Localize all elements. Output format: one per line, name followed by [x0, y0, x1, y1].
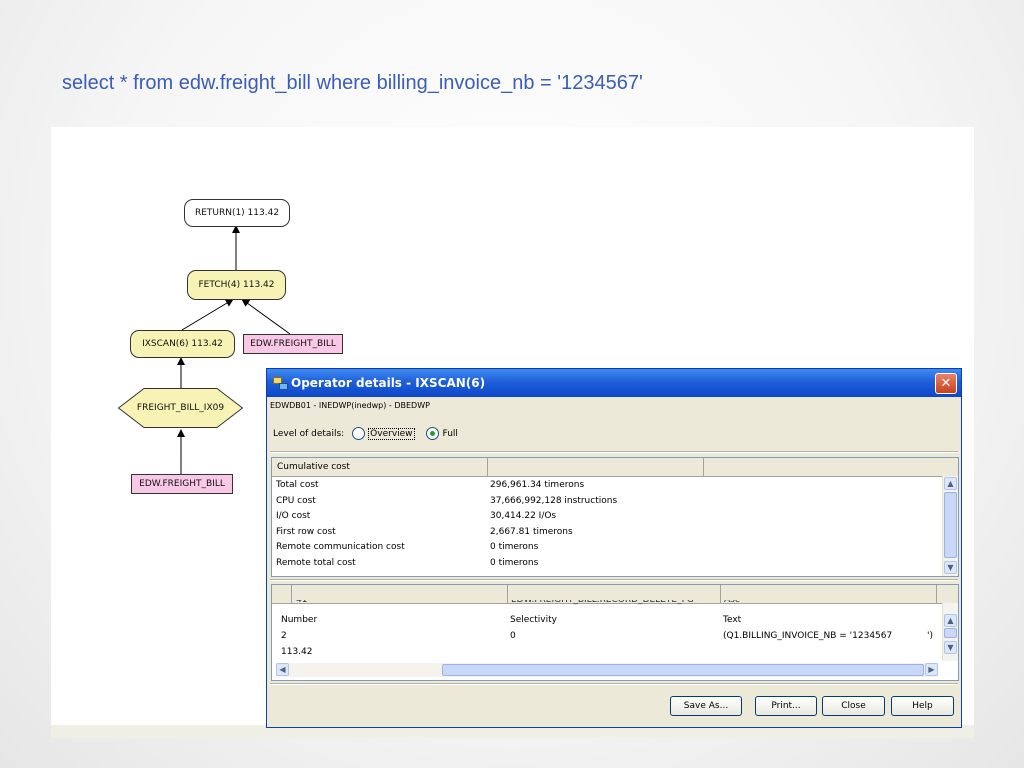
cost-row-name: I/O cost — [276, 511, 311, 521]
database-path: EDWDB01 - INEDWP(inedwp) - DBEDWP — [270, 401, 430, 410]
cost-table: Cumulative cost Total cost 296,961.34 ti… — [271, 457, 959, 577]
horizontal-scrollbar[interactable]: ◀ ▶ — [276, 663, 938, 677]
scroll-up-icon[interactable]: ▲ — [944, 614, 957, 627]
partial-row-cell: Asc — [724, 600, 740, 605]
overview-radio[interactable] — [352, 427, 366, 440]
cost-table-header: Cumulative cost — [272, 458, 958, 477]
scroll-up-icon[interactable]: ▲ — [944, 477, 957, 490]
partial-row-cell: EDW.FREIGHT_BILL.RECORD_DELETE_FG — [511, 600, 694, 605]
number-label: Number — [281, 615, 318, 625]
predicate-table-scrollbar[interactable]: ▲ ▼ — [942, 603, 958, 661]
return-node[interactable]: RETURN(1) 113.42 — [184, 199, 290, 227]
cost-row-name: Total cost — [276, 480, 319, 490]
full-radio[interactable] — [425, 427, 439, 440]
scroll-left-icon[interactable]: ◀ — [276, 663, 289, 676]
predicate-column-header[interactable] — [721, 585, 937, 603]
cost-table-scrollbar[interactable]: ▲ ▼ — [942, 476, 958, 576]
ixscan-node[interactable]: IXSCAN(6) 113.42 — [130, 330, 235, 358]
predicate-number: 2 — [281, 631, 287, 641]
cost-row-value: 37,666,992,128 instructions — [490, 496, 618, 506]
close-button[interactable]: Close — [822, 696, 885, 716]
scroll-down-icon[interactable]: ▼ — [944, 561, 957, 574]
index-node-label: FREIGHT_BILL_IX09 — [136, 403, 225, 413]
predicate-table: 41 EDW.FREIGHT_BILL.RECORD_DELETE_FG Asc… — [271, 584, 959, 681]
fetch-node[interactable]: FETCH(4) 113.42 — [187, 270, 286, 300]
text-label: Text — [723, 615, 742, 625]
level-label: Level of details: — [273, 428, 345, 439]
scroll-thumb[interactable] — [944, 628, 957, 638]
cost-row-value: 2,667.81 timerons — [490, 527, 573, 537]
predicate-text: (Q1.BILLING_INVOICE_NB = '1234567 — [723, 631, 893, 641]
table-node-freight-bill-bottom[interactable]: EDW.FREIGHT_BILL — [131, 474, 233, 494]
level-of-details: Level of details: Overview Full — [273, 427, 458, 440]
separator — [270, 683, 958, 685]
predicate-selectivity: 0 — [510, 631, 516, 641]
table-node-freight-bill[interactable]: EDW.FREIGHT_BILL — [243, 334, 343, 354]
scroll-down-icon[interactable]: ▼ — [944, 641, 957, 654]
predicate-extra: 113.42 — [281, 647, 313, 657]
separator — [270, 579, 958, 581]
selectivity-label: Selectivity — [510, 615, 557, 625]
scroll-right-icon[interactable]: ▶ — [925, 663, 938, 676]
help-button[interactable]: Help — [891, 696, 954, 716]
scroll-thumb[interactable] — [944, 492, 957, 558]
print-button[interactable]: Print... — [755, 696, 817, 716]
cost-value-header[interactable] — [488, 458, 704, 476]
cost-row-value: 30,414.22 I/Os — [490, 511, 557, 521]
index-node[interactable]: FREIGHT_BILL_IX09 — [118, 388, 243, 428]
operator-details-dialog: Operator details - IXSCAN(6) ✕ EDWDB01 -… — [266, 368, 962, 728]
predicate-column-header[interactable] — [272, 585, 292, 603]
separator — [270, 451, 958, 453]
overview-label[interactable]: Overview — [368, 427, 415, 440]
dialog-titlebar[interactable]: Operator details - IXSCAN(6) ✕ — [267, 369, 961, 397]
save-as-button[interactable]: Save As... — [670, 696, 742, 716]
predicate-text-end: ') — [927, 631, 933, 641]
dialog-title: Operator details - IXSCAN(6) — [291, 376, 486, 390]
cost-row-value: 296,961.34 timerons — [490, 480, 585, 490]
cost-row-value: 0 timerons — [490, 558, 539, 568]
horizontal-scroll-thumb[interactable] — [442, 664, 924, 676]
cost-row-value: 0 timerons — [490, 542, 539, 552]
cost-row-name: CPU cost — [276, 496, 316, 506]
cost-row-name: Remote communication cost — [276, 542, 405, 552]
full-label[interactable]: Full — [443, 429, 458, 439]
cumulative-cost-header[interactable]: Cumulative cost — [272, 458, 488, 476]
close-icon[interactable]: ✕ — [935, 373, 957, 394]
operator-icon — [273, 377, 288, 390]
predicate-column-header[interactable] — [292, 585, 508, 603]
cost-row-name: First row cost — [276, 527, 336, 537]
partial-row-cell: 41 — [296, 600, 308, 605]
cost-row-name: Remote total cost — [276, 558, 356, 568]
